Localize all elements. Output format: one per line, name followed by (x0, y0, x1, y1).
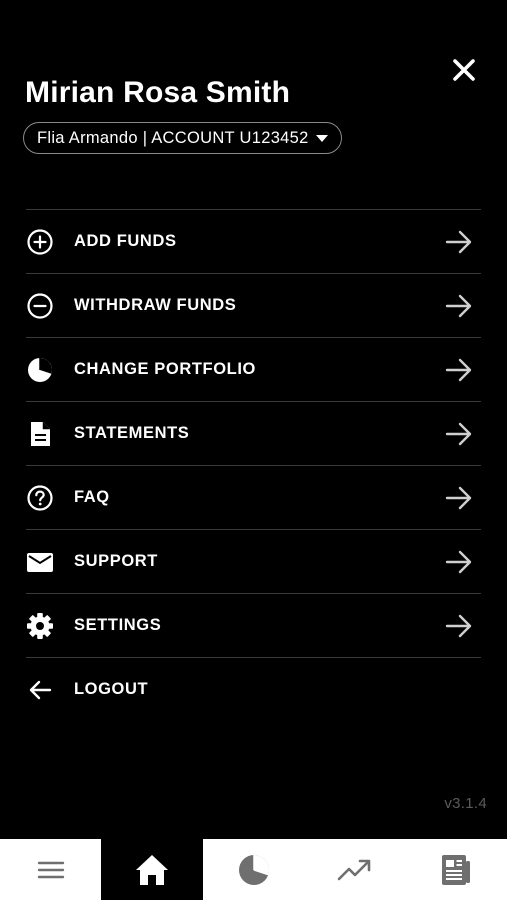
arrow-right-icon (445, 613, 473, 639)
newspaper-icon (439, 853, 473, 887)
side-menu: ADD FUNDS WITHDRAW FUNDS CHANGE PORTFOLI… (26, 209, 481, 721)
menu-item-label: SETTINGS (74, 616, 162, 634)
account-selector-label: Flia Armando | ACCOUNT U123452 (37, 128, 309, 147)
bottom-tab-bar (0, 839, 507, 900)
arrow-right-icon (445, 293, 473, 319)
menu-item-statements[interactable]: STATEMENTS (26, 401, 481, 465)
tab-news[interactable] (406, 839, 507, 900)
menu-item-add-funds[interactable]: ADD FUNDS (26, 209, 481, 273)
envelope-icon (26, 548, 54, 576)
menu-item-faq[interactable]: FAQ (26, 465, 481, 529)
menu-item-label: ADD FUNDS (74, 232, 177, 250)
menu-item-label: CHANGE PORTFOLIO (74, 360, 256, 378)
app-version: v3.1.4 (444, 795, 487, 812)
arrow-right-icon (445, 357, 473, 383)
gear-icon (26, 612, 54, 640)
tab-home[interactable] (101, 839, 203, 900)
account-selector[interactable]: Flia Armando | ACCOUNT U123452 (23, 122, 342, 154)
menu-item-label: WITHDRAW FUNDS (74, 296, 237, 314)
menu-item-label: SUPPORT (74, 552, 158, 570)
trending-up-icon (337, 857, 373, 883)
menu-screen: Mirian Rosa Smith Flia Armando | ACCOUNT… (0, 0, 507, 900)
minus-circle-icon (26, 292, 54, 320)
arrow-right-icon (445, 229, 473, 255)
menu-item-logout[interactable]: LOGOUT (26, 657, 481, 721)
menu-item-withdraw-funds[interactable]: WITHDRAW FUNDS (26, 273, 481, 337)
menu-item-settings[interactable]: SETTINGS (26, 593, 481, 657)
close-icon (447, 53, 481, 87)
document-icon (26, 420, 54, 448)
menu-item-change-portfolio[interactable]: CHANGE PORTFOLIO (26, 337, 481, 401)
home-icon (134, 853, 170, 887)
help-circle-icon (26, 484, 54, 512)
close-button[interactable] (447, 53, 481, 87)
tab-menu[interactable] (0, 839, 101, 900)
menu-item-label: LOGOUT (74, 680, 149, 698)
pie-chart-icon (26, 356, 54, 384)
arrow-right-icon (445, 421, 473, 447)
menu-item-support[interactable]: SUPPORT (26, 529, 481, 593)
plus-circle-icon (26, 228, 54, 256)
tab-performance[interactable] (304, 839, 405, 900)
arrow-left-icon (26, 676, 54, 704)
arrow-right-icon (445, 549, 473, 575)
user-name: Mirian Rosa Smith (25, 76, 291, 109)
arrow-right-icon (445, 485, 473, 511)
menu-item-label: STATEMENTS (74, 424, 190, 442)
tab-portfolio[interactable] (203, 839, 304, 900)
menu-item-label: FAQ (74, 488, 110, 506)
menu-icon (37, 858, 65, 882)
caret-down-icon (315, 134, 328, 142)
pie-chart-icon (237, 853, 271, 887)
